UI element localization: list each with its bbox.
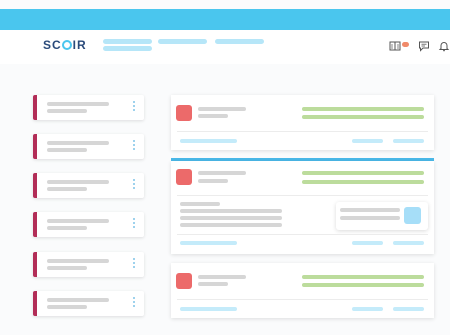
detail-text-line — [180, 216, 282, 220]
card-avatar — [176, 105, 192, 121]
card-divider — [177, 299, 428, 300]
card-title — [198, 275, 246, 279]
card-action[interactable] — [352, 307, 383, 311]
list-item-subtitle — [47, 148, 87, 152]
card-divider — [177, 234, 428, 235]
card-avatar — [176, 273, 192, 289]
card-subtitle — [198, 282, 228, 286]
header: SC IR — [0, 30, 450, 64]
more-options-icon[interactable] — [132, 258, 136, 270]
bell-icon[interactable] — [438, 40, 450, 52]
list-item-title — [47, 219, 109, 223]
list-item[interactable] — [33, 252, 144, 277]
card-action[interactable] — [352, 139, 383, 143]
list-item[interactable] — [33, 291, 144, 316]
list-item-subtitle — [47, 266, 87, 270]
card-subtitle — [198, 114, 228, 118]
logo-o-ring — [62, 40, 73, 50]
list-item[interactable] — [33, 95, 144, 120]
card-status-line — [302, 283, 424, 287]
attachment-icon[interactable] — [404, 207, 421, 224]
list-item[interactable] — [33, 173, 144, 198]
list-item-accent — [33, 173, 37, 198]
card-link[interactable] — [180, 241, 237, 245]
list-item-title — [47, 298, 109, 302]
card-action[interactable] — [393, 241, 424, 245]
notification-badge — [402, 42, 409, 47]
card-divider — [177, 195, 428, 196]
more-options-icon[interactable] — [132, 140, 136, 152]
detail-card-selected[interactable] — [171, 161, 434, 254]
list-item[interactable] — [33, 134, 144, 159]
card-status-line — [302, 180, 424, 184]
card-status-line — [302, 171, 424, 175]
card-avatar — [176, 169, 192, 185]
list-item-accent — [33, 212, 37, 237]
detail-heading — [180, 202, 220, 206]
card-title — [198, 171, 246, 175]
nav-item-1[interactable] — [103, 39, 152, 44]
top-strip — [0, 9, 450, 30]
attachment-box[interactable] — [336, 202, 428, 230]
list-item-accent — [33, 134, 37, 159]
list-item-title — [47, 102, 109, 106]
card-action[interactable] — [393, 307, 424, 311]
card-action[interactable] — [393, 139, 424, 143]
card-status-line — [302, 107, 424, 111]
list-item-title — [47, 180, 109, 184]
list-item-subtitle — [47, 109, 87, 113]
book-icon[interactable] — [389, 40, 401, 52]
more-options-icon[interactable] — [132, 101, 136, 113]
card-title — [198, 107, 246, 111]
card-divider — [177, 131, 428, 132]
card-subtitle — [198, 179, 228, 183]
more-options-icon[interactable] — [132, 297, 136, 309]
card-link[interactable] — [180, 139, 237, 143]
detail-text-line — [180, 209, 282, 213]
list-item-accent — [33, 252, 37, 277]
card-status-line — [302, 275, 424, 279]
card-link[interactable] — [180, 307, 237, 311]
chat-icon[interactable] — [418, 40, 430, 52]
card-status-line — [302, 115, 424, 119]
attachment-title — [340, 208, 400, 212]
scoir-logo[interactable]: SC IR — [43, 38, 87, 52]
detail-text-line — [180, 223, 282, 227]
list-item-subtitle — [47, 305, 87, 309]
detail-card[interactable] — [171, 263, 434, 318]
detail-card[interactable] — [171, 95, 434, 150]
nav-item-3[interactable] — [215, 39, 264, 44]
list-item-accent — [33, 291, 37, 316]
attachment-subtitle — [340, 216, 400, 220]
app-window: SC IR — [0, 0, 450, 335]
list-item-subtitle — [47, 187, 87, 191]
more-options-icon[interactable] — [132, 179, 136, 191]
more-options-icon[interactable] — [132, 218, 136, 230]
list-item-title — [47, 259, 109, 263]
list-item-accent — [33, 95, 37, 120]
list-item-title — [47, 141, 109, 145]
card-action[interactable] — [352, 241, 383, 245]
nav-item-1-sub — [103, 46, 152, 51]
list-item[interactable] — [33, 212, 144, 237]
list-item-subtitle — [47, 226, 87, 230]
nav-item-2[interactable] — [158, 39, 207, 44]
